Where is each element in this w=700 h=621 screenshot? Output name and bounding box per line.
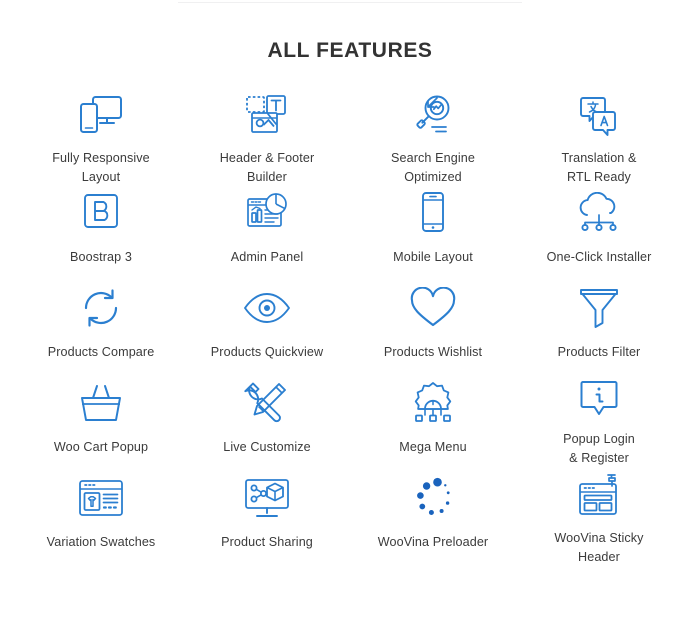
feature-label: Boostrap 3 (70, 250, 132, 264)
search-engine-optimized-icon (409, 92, 457, 140)
feature-item-search-engine-optimized[interactable]: Search Engine Optimized (350, 86, 516, 184)
feature-label: Variation Swatches (46, 535, 156, 549)
products-filter-icon (577, 282, 621, 334)
feature-item-fully-responsive-layout[interactable]: Fully Responsive Layout (18, 86, 184, 184)
one-click-installer-icon (574, 187, 624, 239)
woovina-sticky-header-icon (575, 472, 623, 520)
feature-item-mobile-layout[interactable]: Mobile Layout (350, 181, 516, 276)
product-sharing-icon (242, 472, 292, 524)
feature-item-popup-login-register[interactable]: Popup Login & Register (516, 371, 682, 466)
features-grid: Fully Responsive Layout Header & Footer … (0, 64, 700, 564)
feature-item-header-footer-builder[interactable]: Header & Footer Builder (184, 86, 350, 184)
woo-cart-popup-icon (77, 377, 125, 429)
feature-item-products-filter[interactable]: Products Filter (516, 276, 682, 371)
feature-item-live-customize[interactable]: Live Customize (184, 371, 350, 466)
feature-item-mega-menu[interactable]: Mega Menu (350, 371, 516, 466)
products-quickview-icon (242, 282, 292, 334)
page-title: ALL FEATURES (267, 39, 433, 62)
responsive-devices-icon (76, 92, 126, 140)
feature-item-woo-cart-popup[interactable]: Woo Cart Popup (18, 371, 184, 466)
all-features-section: ALL FEATURES Fully Responsive Layout Hea… (0, 0, 700, 621)
feature-item-product-sharing[interactable]: Product Sharing (184, 466, 350, 561)
feature-label: Admin Panel (230, 250, 304, 264)
feature-label: WooVina Sticky Header (554, 531, 644, 564)
feature-item-variation-swatches[interactable]: Variation Swatches (18, 466, 184, 561)
feature-item-woovina-preloader[interactable]: WooVina Preloader (350, 466, 516, 561)
bootstrap-icon (79, 187, 123, 239)
feature-label: Product Sharing (221, 535, 313, 549)
products-wishlist-icon (409, 282, 457, 334)
variation-swatches-icon (76, 472, 126, 524)
feature-item-products-compare[interactable]: Products Compare (18, 276, 184, 371)
mega-menu-icon (409, 377, 457, 429)
feature-item-one-click-installer[interactable]: One-Click Installer (516, 181, 682, 276)
feature-label: Products Wishlist (383, 345, 483, 359)
feature-label: Live Customize (223, 440, 311, 454)
products-compare-icon (79, 282, 123, 334)
header-footer-builder-icon (243, 92, 291, 140)
translation-rtl-icon (575, 92, 623, 140)
feature-label: Mega Menu (399, 440, 467, 454)
feature-label: Products Quickview (210, 345, 324, 359)
feature-label: Mobile Layout (393, 250, 473, 264)
top-divider (178, 2, 522, 3)
feature-item-products-wishlist[interactable]: Products Wishlist (350, 276, 516, 371)
popup-login-register-icon (577, 377, 621, 421)
feature-label: Products Filter (557, 345, 641, 359)
feature-label: Popup Login & Register (563, 432, 635, 465)
admin-panel-icon (243, 187, 291, 239)
feature-item-woovina-sticky-header[interactable]: WooVina Sticky Header (516, 466, 682, 564)
live-customize-icon (243, 377, 291, 429)
feature-item-products-quickview[interactable]: Products Quickview (184, 276, 350, 371)
feature-item-translation-rtl-ready[interactable]: Translation & RTL Ready (516, 86, 682, 184)
feature-label: One-Click Installer (546, 250, 652, 264)
feature-label: Products Compare (47, 345, 155, 359)
feature-label: WooVina Preloader (377, 535, 489, 549)
woovina-preloader-icon (410, 472, 456, 524)
mobile-layout-icon (417, 187, 449, 239)
feature-item-admin-panel[interactable]: Admin Panel (184, 181, 350, 276)
feature-item-bootstrap-3[interactable]: Boostrap 3 (18, 181, 184, 276)
feature-label: Woo Cart Popup (53, 440, 149, 454)
